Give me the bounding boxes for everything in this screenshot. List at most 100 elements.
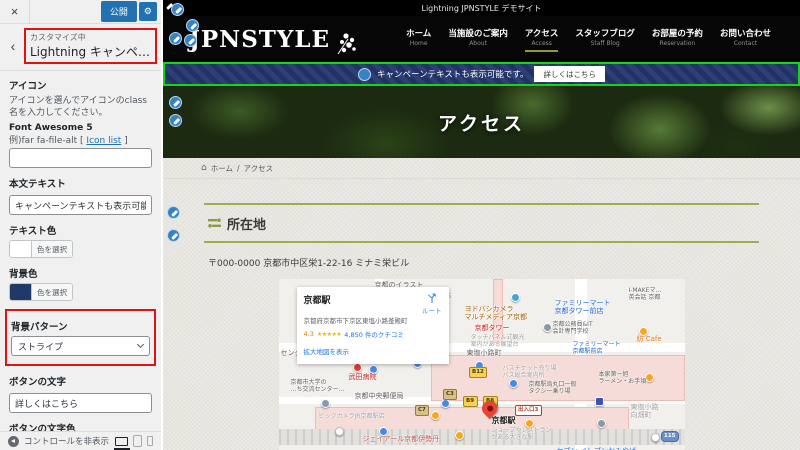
page-content: 所在地 〒000-0000 京都市中区栄1-22-16 ミナミ栄ビル 京都駅 ル… [163,179,800,450]
map-stop-badge: C3 [442,389,458,400]
map-food-marker[interactable] [454,431,464,440]
back-chevron-icon[interactable]: ‹ [2,38,24,54]
collapse-arrow-icon[interactable] [8,435,19,447]
text-color-swatch[interactable] [10,241,32,258]
icon-section-label: アイコン [9,81,47,92]
map-label: 武田病院 [348,373,377,381]
icon-help-text: アイコンを選んでアイコンのclass名を入力してください。 [9,96,147,119]
view-larger-map-link[interactable]: 拡大地図を表示 [304,346,350,356]
map-stop-badge: B9 [462,396,478,407]
edit-pencil-icon[interactable] [167,206,180,219]
example-prefix: 例)far fa-file-alt [ [9,136,87,147]
edit-pencil-icon[interactable] [167,229,180,242]
panel-header: ‹ カスタマイズ中 Lightning キャンペーン… [0,24,161,71]
site-preview: Lightning JPNSTYLE デモサイト JPNSTYLE ホーム Hom… [163,0,800,450]
device-phone-button[interactable] [147,436,153,446]
edit-pencil-icon[interactable] [186,19,199,32]
map-label: ファミリーマート 京都タワー前店 [554,299,611,316]
hide-controls-label[interactable]: コントロールを非表示 [24,435,110,447]
bg-pattern-select[interactable]: ストライプ [11,336,150,357]
map-label: 京都駅 [491,416,516,425]
nav-blog-en: Staff Blog [590,39,620,47]
map-dot-marker[interactable] [334,427,344,436]
nav-blog[interactable]: スタッフブログ Staff Blog [575,27,635,52]
publish-button[interactable]: 公開 [100,1,137,22]
admin-bar-site-title[interactable]: Lightning JPNSTYLE デモサイト [421,3,541,14]
map-school-marker[interactable] [542,323,552,332]
text-color-pick-button[interactable]: 色を選択 [32,241,72,258]
campaign-detail-button[interactable]: 詳しくはこちら [534,66,605,82]
map-label: ショップやレストラン がある大きな駅 [491,427,552,442]
page-title: アクセス [437,112,526,135]
screen: × 公開 ⚙ ‹ カスタマイズ中 Lightning キャンペーン… アイコン … [0,0,800,450]
button-text-label: ボタンの文字 [9,377,67,389]
section-route-icon [208,218,221,228]
admin-bar: Lightning JPNSTYLE デモサイト [163,0,800,16]
edit-pencil-icon[interactable] [169,96,182,109]
nav-access[interactable]: アクセス Access [524,27,559,52]
device-tablet-button[interactable] [133,435,142,447]
bg-pattern-value: ストライプ [18,342,64,353]
site-logo[interactable]: JPNSTYLE [189,21,358,57]
map-label: バスチケット売り場 バス総合案内所 [502,365,557,380]
edit-pencil-icon[interactable] [169,114,182,127]
map-school-marker[interactable] [596,419,606,428]
map-label: 東塩小路 向畑町 [630,403,659,420]
text-color-control: 色を選択 [9,240,73,259]
nav-home-en: Home [409,39,428,47]
bg-pattern-annotation-box: 背景パターン ストライプ [5,309,156,367]
reviews-link[interactable]: 4,850 件のクチコミ [344,329,404,339]
breadcrumb-home[interactable]: ホーム [211,163,233,174]
map-label: ファミリーマート 京都駅前店 [572,341,621,356]
directions-button[interactable]: ルート [422,293,442,315]
map-food-marker[interactable] [430,411,440,420]
map-info-card: 京都駅 ルート 京都府京都市下京区東塩小路釜殿町 4.3 ★★★★★ 4,850… [296,287,449,365]
map-card-title: 京都駅 [303,296,331,306]
map-label: 京都中央郵便局 [354,392,404,400]
nav-contact[interactable]: お問い合わせ Contact [720,27,771,52]
edit-pencil-icon[interactable] [171,3,184,16]
directions-icon [427,293,436,303]
nav-access-jp: アクセス [524,28,559,39]
panel-title-annotation-box: カスタマイズ中 Lightning キャンペーン… [24,28,157,64]
site-header: JPNSTYLE ホーム Home 当施設のご案内 About アクセス Access… [163,16,800,62]
map-metro-marker[interactable] [594,397,604,406]
close-customizer-button[interactable]: × [0,0,30,24]
publish-settings-gear-icon[interactable]: ⚙ [138,2,157,21]
breadcrumb: ⌂ ホーム / アクセス [163,158,800,179]
bg-color-swatch[interactable] [10,284,32,301]
map-bus-marker[interactable] [508,379,518,388]
google-map[interactable]: 京都駅 ルート 京都府京都市下京区東塩小路釜殿町 4.3 ★★★★★ 4,850… [278,279,685,450]
address-text: 〒000-0000 京都市中区栄1-22-16 ミナミ栄ビル [208,259,410,269]
nav-about-en: About [469,39,487,47]
map-stop-badge: B12 [468,367,488,378]
main-nav: ホーム Home 当施設のご案内 About アクセス Access スタッフブログ S… [406,27,771,52]
button-text-input[interactable] [9,393,152,414]
map-label: 京都公務員&IT 会計専門学校 [552,321,593,336]
map-school-marker[interactable] [320,399,330,408]
map-lodging-marker[interactable] [510,293,520,302]
map-label: ジェイアール京都伊勢丹 [362,435,440,443]
map-card-address: 京都府京都市下京区東塩小路釜殿町 [303,317,408,325]
edit-pencil-icon[interactable] [358,67,371,81]
phone-icon [147,436,153,446]
map-bus-marker[interactable] [440,399,450,408]
map-dot-marker[interactable] [650,433,660,442]
nav-about[interactable]: 当施設のご案内 About [448,27,508,52]
bg-color-pick-button[interactable]: 色を選択 [32,284,72,301]
rating-score: 4.3 [303,330,314,339]
campaign-bar-annotation-box: キャンペーンテキストも表示可能です。 詳しくはこちら [163,62,800,86]
icon-list-link[interactable]: Icon list [86,136,121,146]
nav-reservation[interactable]: お部屋の予約 Reservation [652,27,703,52]
edit-pencil-icon[interactable] [169,32,182,45]
directions-label: ルート [422,307,442,315]
nav-home[interactable]: ホーム Home [406,27,431,52]
body-text-input[interactable] [9,195,152,216]
font-awesome-label: Font Awesome 5 [9,123,93,134]
device-desktop-button[interactable] [114,436,130,450]
logo-flower-ornament-icon [337,33,356,55]
icon-class-input[interactable] [9,148,152,169]
example-suffix: ] [121,136,128,147]
edit-pencil-icon[interactable] [184,34,197,47]
customizer-sidebar: × 公開 ⚙ ‹ カスタマイズ中 Lightning キャンペーン… アイコン … [0,0,163,450]
